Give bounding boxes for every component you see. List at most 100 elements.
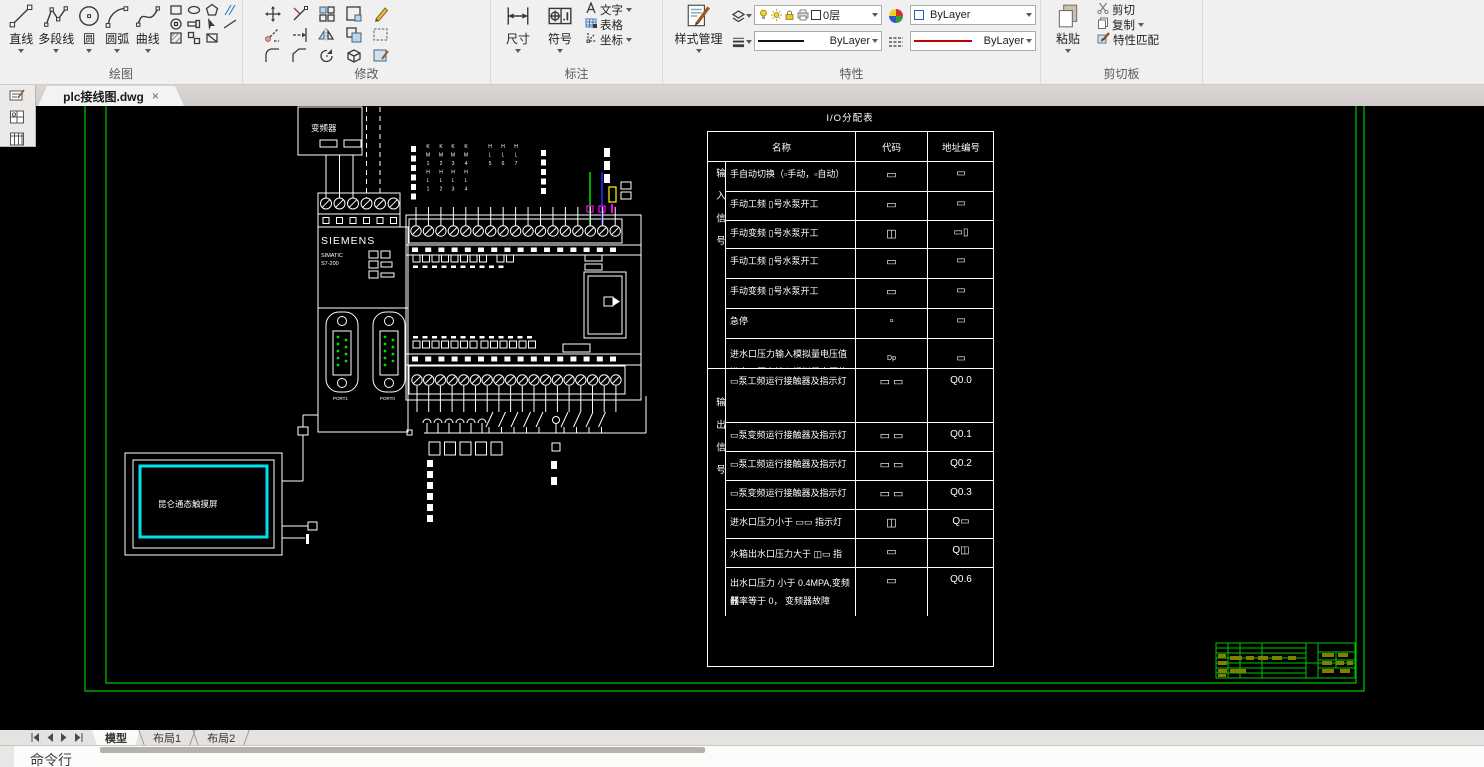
pick-arrow-icon[interactable] xyxy=(203,17,220,31)
color-select[interactable]: ByLayer xyxy=(910,5,1036,25)
sheet-edit-icon[interactable] xyxy=(9,88,26,107)
region-icon[interactable] xyxy=(167,17,184,31)
tab-model[interactable]: 模型 xyxy=(92,730,140,745)
fillet-icon[interactable] xyxy=(259,45,286,66)
connector-pin xyxy=(306,534,309,544)
overlap-icon[interactable] xyxy=(340,24,367,45)
command-bar[interactable]: 命令行 xyxy=(0,745,1484,767)
match-properties-button[interactable]: 特性匹配 xyxy=(1097,32,1159,47)
paste-button[interactable]: 粘贴 xyxy=(1047,2,1089,53)
layers-icon xyxy=(732,10,745,23)
ellipse-icon[interactable] xyxy=(185,3,202,17)
match-properties-label: 特性匹配 xyxy=(1113,32,1159,48)
plc-series: SIMATIC xyxy=(321,253,343,259)
document-tab[interactable]: plc接线图.dwg × xyxy=(38,86,184,106)
drawing-canvas[interactable]: KM1HL1KM2HL2KM3HL3KM4HL4HL5HL6HL7 变频器 SI… xyxy=(0,106,1484,730)
trim-icon[interactable] xyxy=(286,3,313,24)
chamfer-icon[interactable] xyxy=(286,45,313,66)
polygon-icon[interactable] xyxy=(203,3,220,17)
lineweight-select[interactable]: ByLayer xyxy=(754,31,882,51)
polyline-icon xyxy=(43,3,69,29)
clipboard-section-label: 剪切板 xyxy=(1041,67,1202,84)
port1-label: PORT1 xyxy=(333,396,348,401)
command-scrollbar[interactable] xyxy=(100,747,705,753)
line-button[interactable]: 直线 xyxy=(6,2,36,53)
io-output-group: 输出信号 xyxy=(708,369,726,616)
array-icon[interactable] xyxy=(313,3,340,24)
prev-tab-icon[interactable] xyxy=(46,733,54,742)
tab-layout2[interactable]: 布局2 xyxy=(194,730,248,745)
selection-rect-icon[interactable] xyxy=(367,24,394,45)
break-icon[interactable] xyxy=(259,24,286,45)
gradient-icon[interactable] xyxy=(367,45,394,66)
io-cell: ▭ xyxy=(928,192,994,221)
io-cell: 水箱出水口压力大于 ◫▭ 指示灯 xyxy=(726,539,856,568)
move-icon[interactable] xyxy=(259,3,286,24)
io-cell: ▭ ▭ xyxy=(856,452,928,481)
io-cell: ▭ xyxy=(856,539,928,568)
color-wheel-button[interactable] xyxy=(884,5,908,27)
linetype-sample xyxy=(914,40,972,42)
dimension-icon xyxy=(505,3,531,29)
plc-brand: SIEMENS xyxy=(321,235,375,247)
hatch-lines-icon[interactable] xyxy=(221,3,238,17)
document-tab-title: plc接线图.dwg xyxy=(63,88,144,105)
printer-icon xyxy=(797,9,809,21)
extend-icon[interactable] xyxy=(286,24,313,45)
wire-label: HL6 xyxy=(501,144,505,167)
mirror-icon[interactable] xyxy=(313,24,340,45)
wire-labels: KM1HL1KM2HL2KM3HL3KM4HL4HL5HL6HL7 xyxy=(426,144,518,193)
text-button[interactable]: 文字 xyxy=(585,2,632,17)
close-icon[interactable]: × xyxy=(152,89,159,103)
wipeout-icon[interactable] xyxy=(203,31,220,45)
spline-button[interactable]: 曲线 xyxy=(133,2,163,53)
io-cell: Q0.3 xyxy=(928,481,994,510)
polyline-button[interactable]: 多段线 xyxy=(36,2,76,53)
table-columns-icon[interactable] xyxy=(9,132,26,151)
last-tab-icon[interactable] xyxy=(74,733,84,742)
pipe-icon[interactable] xyxy=(185,17,202,31)
cut-button[interactable]: 剪切 xyxy=(1097,2,1159,17)
tab-layout1[interactable]: 布局1 xyxy=(140,730,194,745)
layer-select[interactable]: 0层 xyxy=(754,5,882,25)
hatch-icon[interactable] xyxy=(167,31,184,45)
circle-icon xyxy=(76,3,102,29)
rectangle-icon[interactable] xyxy=(167,3,184,17)
linetype-select[interactable]: ByLayer xyxy=(910,31,1036,51)
io-cell: ▭泵变频运行接触器及指示灯 xyxy=(726,423,856,452)
coordinate-button[interactable]: 坐标 xyxy=(585,32,632,47)
io-cell: Q0.1 xyxy=(928,423,994,452)
layer-tools-button[interactable] xyxy=(732,5,752,27)
io-cell: ▭ xyxy=(856,192,928,221)
image-grid-icon[interactable] xyxy=(9,110,26,129)
io-cell: ▭ ▭ xyxy=(856,481,928,510)
next-tab-icon[interactable] xyxy=(60,733,68,742)
copy-button[interactable]: 复制 xyxy=(1097,17,1159,32)
modify-tools xyxy=(259,3,394,66)
lineweight-tools-button[interactable] xyxy=(732,31,752,53)
linetype-tools-button[interactable] xyxy=(884,31,908,53)
rectangular-array-icon[interactable] xyxy=(340,3,367,24)
inverter-label: 变频器 xyxy=(311,123,337,133)
style-manager-button[interactable]: 样式管理 xyxy=(669,2,728,53)
arc-button[interactable]: 圆弧 xyxy=(102,2,132,53)
symbol-button[interactable]: 符号 xyxy=(539,2,581,53)
first-tab-icon[interactable] xyxy=(30,733,40,742)
edit-pencil-icon[interactable] xyxy=(367,3,394,24)
3d-rotate-icon[interactable] xyxy=(340,45,367,66)
construction-line-icon[interactable] xyxy=(221,17,238,31)
circle-button[interactable]: 圆 xyxy=(76,2,102,53)
dimension-button[interactable]: 尺寸 xyxy=(497,2,539,53)
table-button[interactable]: 表格 xyxy=(585,17,632,32)
rotate-icon[interactable] xyxy=(313,45,340,66)
io-cell: Dp▭ xyxy=(856,339,928,369)
group-icon[interactable] xyxy=(185,31,202,45)
line-label: 直线 xyxy=(9,30,33,47)
ribbon-filler xyxy=(1202,0,1484,84)
io-table: 名称 代码 地址编号 输入信号 输出信号 手自动切换（▫手动，▫自动）▭▭手动工… xyxy=(707,131,994,667)
lineweight-sample xyxy=(758,40,804,42)
io-cell: 进水口压力输入模拟量电压值进水口压力输入模拟量电压值 xyxy=(726,339,856,369)
ribbon: 直线 多段线 圆 圆弧 曲线 绘图 修改 xyxy=(0,0,1484,85)
color-swatch xyxy=(914,10,924,20)
symbol-icon xyxy=(547,3,573,29)
